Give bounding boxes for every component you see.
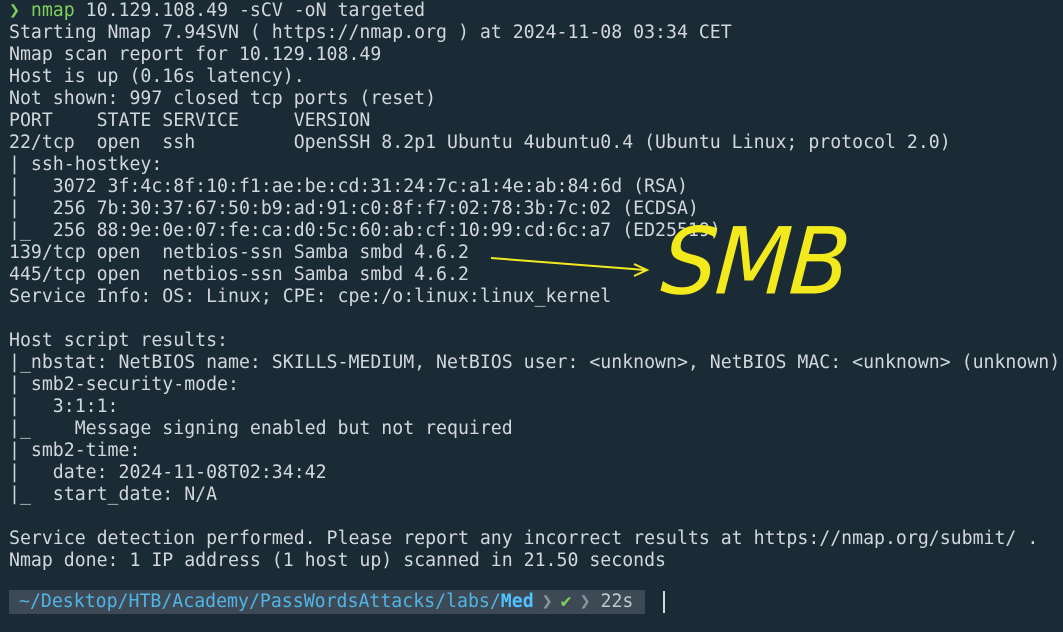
output-line: Starting Nmap 7.94SVN ( https://nmap.org… <box>9 22 732 43</box>
command-name: nmap <box>30 0 75 21</box>
output-line: | date: 2024-11-08T02:34:42 <box>9 462 327 483</box>
output-line: |_nbstat: NetBIOS name: SKILLS-MEDIUM, N… <box>9 352 1061 373</box>
output-line: |_ Message signing enabled but not requi… <box>9 418 513 439</box>
output-lines: Starting Nmap 7.94SVN ( https://nmap.org… <box>9 22 1063 572</box>
prompt-path-prefix: ~/Desktop/HTB/Academy/PassWordsAttacks/l… <box>19 591 501 612</box>
output-line: Host script results: <box>9 330 228 351</box>
output-line: | 3:1:1: <box>9 396 119 417</box>
command-line: ❯ nmap 10.129.108.49 -sCV -oN targeted <box>9 0 1063 22</box>
output-line: Nmap done: 1 IP address (1 host up) scan… <box>9 550 666 571</box>
chevron-right-icon: ❯ <box>575 590 595 614</box>
output-line: | 3072 3f:4c:8f:10:f1:ae:be:cd:31:24:7c:… <box>9 176 688 197</box>
prompt-path: ~/Desktop/HTB/Academy/PassWordsAttacks/l… <box>9 590 538 614</box>
output-line: | smb2-time: <box>9 440 141 461</box>
output-line: Host is up (0.16s latency). <box>9 66 305 87</box>
output-line: PORT STATE SERVICE VERSION <box>9 110 371 131</box>
command-duration: 22s <box>594 590 646 614</box>
smb-annotation-text: SMB <box>658 207 852 316</box>
output-line: 445/tcp open netbios-ssn Samba smbd 4.6.… <box>9 264 469 285</box>
output-line: Service Info: OS: Linux; CPE: cpe:/o:lin… <box>9 286 612 307</box>
terminal-output: ❯ nmap 10.129.108.49 -sCV -oN targeted S… <box>9 0 1063 572</box>
terminal-window[interactable]: ❯ nmap 10.129.108.49 -sCV -oN targeted S… <box>0 0 1063 632</box>
output-line: Not shown: 997 closed tcp ports (reset) <box>9 88 437 109</box>
output-line: 139/tcp open netbios-ssn Samba smbd 4.6.… <box>9 242 469 263</box>
check-icon: ✔ <box>556 590 576 614</box>
output-line: 22/tcp open ssh OpenSSH 8.2p1 Ubuntu 4ub… <box>9 132 951 153</box>
chevron-right-icon: ❯ <box>537 590 557 614</box>
output-line: | ssh-hostkey: <box>9 154 163 175</box>
output-line: |_ 256 88:9e:0e:07:fe:ca:d0:5c:60:ab:cf:… <box>9 220 721 241</box>
shell-prompt: ~/Desktop/HTB/Academy/PassWordsAttacks/l… <box>9 590 666 614</box>
output-line: |_ start_date: N/A <box>9 484 218 505</box>
text-cursor[interactable] <box>663 591 666 613</box>
prompt-arrow-icon: ❯ <box>9 0 20 21</box>
output-line: | 256 7b:30:37:67:50:b9:ad:91:c0:8f:f7:0… <box>9 198 699 219</box>
prompt-path-current: Med <box>500 591 534 612</box>
command-args: 10.129.108.49 -sCV -oN targeted <box>74 0 426 21</box>
output-line: Nmap scan report for 10.129.108.49 <box>9 44 382 65</box>
output-line: | smb2-security-mode: <box>9 374 239 395</box>
output-line: Service detection performed. Please repo… <box>9 528 1039 549</box>
